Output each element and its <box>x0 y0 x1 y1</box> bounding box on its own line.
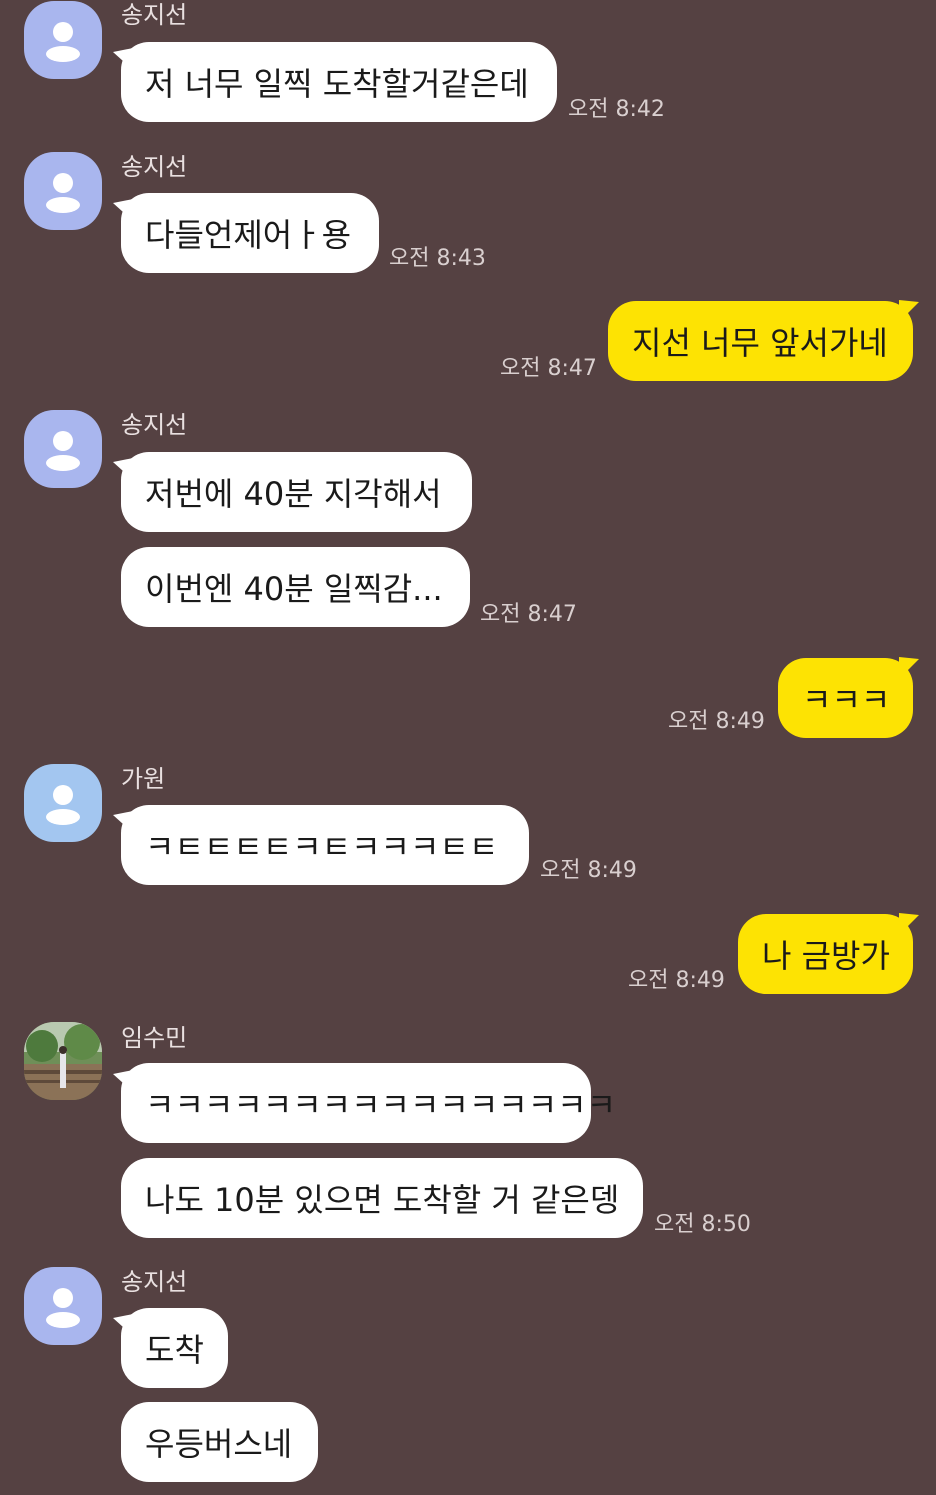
message-text: 도착 <box>145 1331 204 1369</box>
sender-name: 송지선 <box>121 1 188 29</box>
avatar[interactable] <box>24 1 102 79</box>
avatar[interactable] <box>24 152 102 230</box>
message-bubble[interactable]: 우등버스네 <box>121 1402 318 1482</box>
message-bubble[interactable]: 도착 <box>121 1308 228 1388</box>
message-bubble[interactable]: 지선 너무 앞서가네 <box>608 301 913 381</box>
message-bubble[interactable]: ㅋㅌㅌㅌㅌㅋㅌㅋㅋㅋㅌㅌ <box>121 805 529 885</box>
avatar[interactable] <box>24 410 102 488</box>
sender-name: 송지선 <box>121 411 188 439</box>
message-bubble[interactable]: 이번엔 40분 일찍감... <box>121 547 470 627</box>
message-time: 오전 8:42 <box>568 97 665 122</box>
message-time: 오전 8:49 <box>668 709 765 734</box>
message-time: 오전 8:47 <box>480 602 577 627</box>
bubble-tail <box>899 913 919 935</box>
message-time: 오전 8:43 <box>389 246 486 271</box>
sender-name: 송지선 <box>121 1268 188 1296</box>
avatar[interactable] <box>24 764 102 842</box>
person-icon <box>24 410 102 488</box>
message-text: 저번에 40분 지각해서 <box>145 475 442 513</box>
landscape-photo-icon <box>24 1022 102 1100</box>
sender-name: 송지선 <box>121 153 188 181</box>
message-text: ㅋㅋㅋㅋㅋㅋㅋㅋㅋㅋㅋㅋㅋㅋㅋㅋ <box>145 1086 617 1124</box>
bubble-tail <box>899 657 919 679</box>
message-bubble[interactable]: ㅋㅋㅋ <box>778 658 913 738</box>
message-bubble[interactable]: 저번에 40분 지각해서 <box>121 452 472 532</box>
message-text: 나 금방가 <box>762 937 890 975</box>
message-text: ㅋㅋㅋ <box>802 681 891 719</box>
message-text: 우등버스네 <box>145 1425 293 1463</box>
message-time: 오전 8:49 <box>540 858 637 883</box>
bubble-tail <box>899 300 919 322</box>
person-icon <box>24 764 102 842</box>
avatar[interactable] <box>24 1267 102 1345</box>
message-text: 다들언제어ㅏ용 <box>145 216 352 254</box>
sender-name: 임수민 <box>121 1024 188 1052</box>
message-text: 저 너무 일찍 도착할거같은데 <box>145 65 529 103</box>
message-text: 나도 10분 있으면 도착할 거 같은뎅 <box>145 1181 620 1219</box>
person-icon <box>24 1267 102 1345</box>
message-time: 오전 8:50 <box>654 1212 751 1237</box>
sender-name: 가원 <box>121 765 166 793</box>
message-text: 이번엔 40분 일찍감... <box>145 570 443 608</box>
person-icon <box>24 1 102 79</box>
message-time: 오전 8:49 <box>628 968 725 993</box>
profile-photo[interactable] <box>24 1022 102 1100</box>
person-icon <box>24 152 102 230</box>
message-bubble[interactable]: 나 금방가 <box>738 914 913 994</box>
message-bubble[interactable]: 나도 10분 있으면 도착할 거 같은뎅 <box>121 1158 643 1238</box>
message-bubble[interactable]: 다들언제어ㅏ용 <box>121 193 379 273</box>
message-time: 오전 8:47 <box>500 356 597 381</box>
message-bubble[interactable]: 저 너무 일찍 도착할거같은데 <box>121 42 557 122</box>
message-text: 지선 너무 앞서가네 <box>632 324 888 362</box>
message-bubble[interactable]: ㅋㅋㅋㅋㅋㅋㅋㅋㅋㅋㅋㅋㅋㅋㅋㅋ <box>121 1063 616 1143</box>
message-text: ㅋㅌㅌㅌㅌㅋㅌㅋㅋㅋㅌㅌ <box>145 828 499 866</box>
